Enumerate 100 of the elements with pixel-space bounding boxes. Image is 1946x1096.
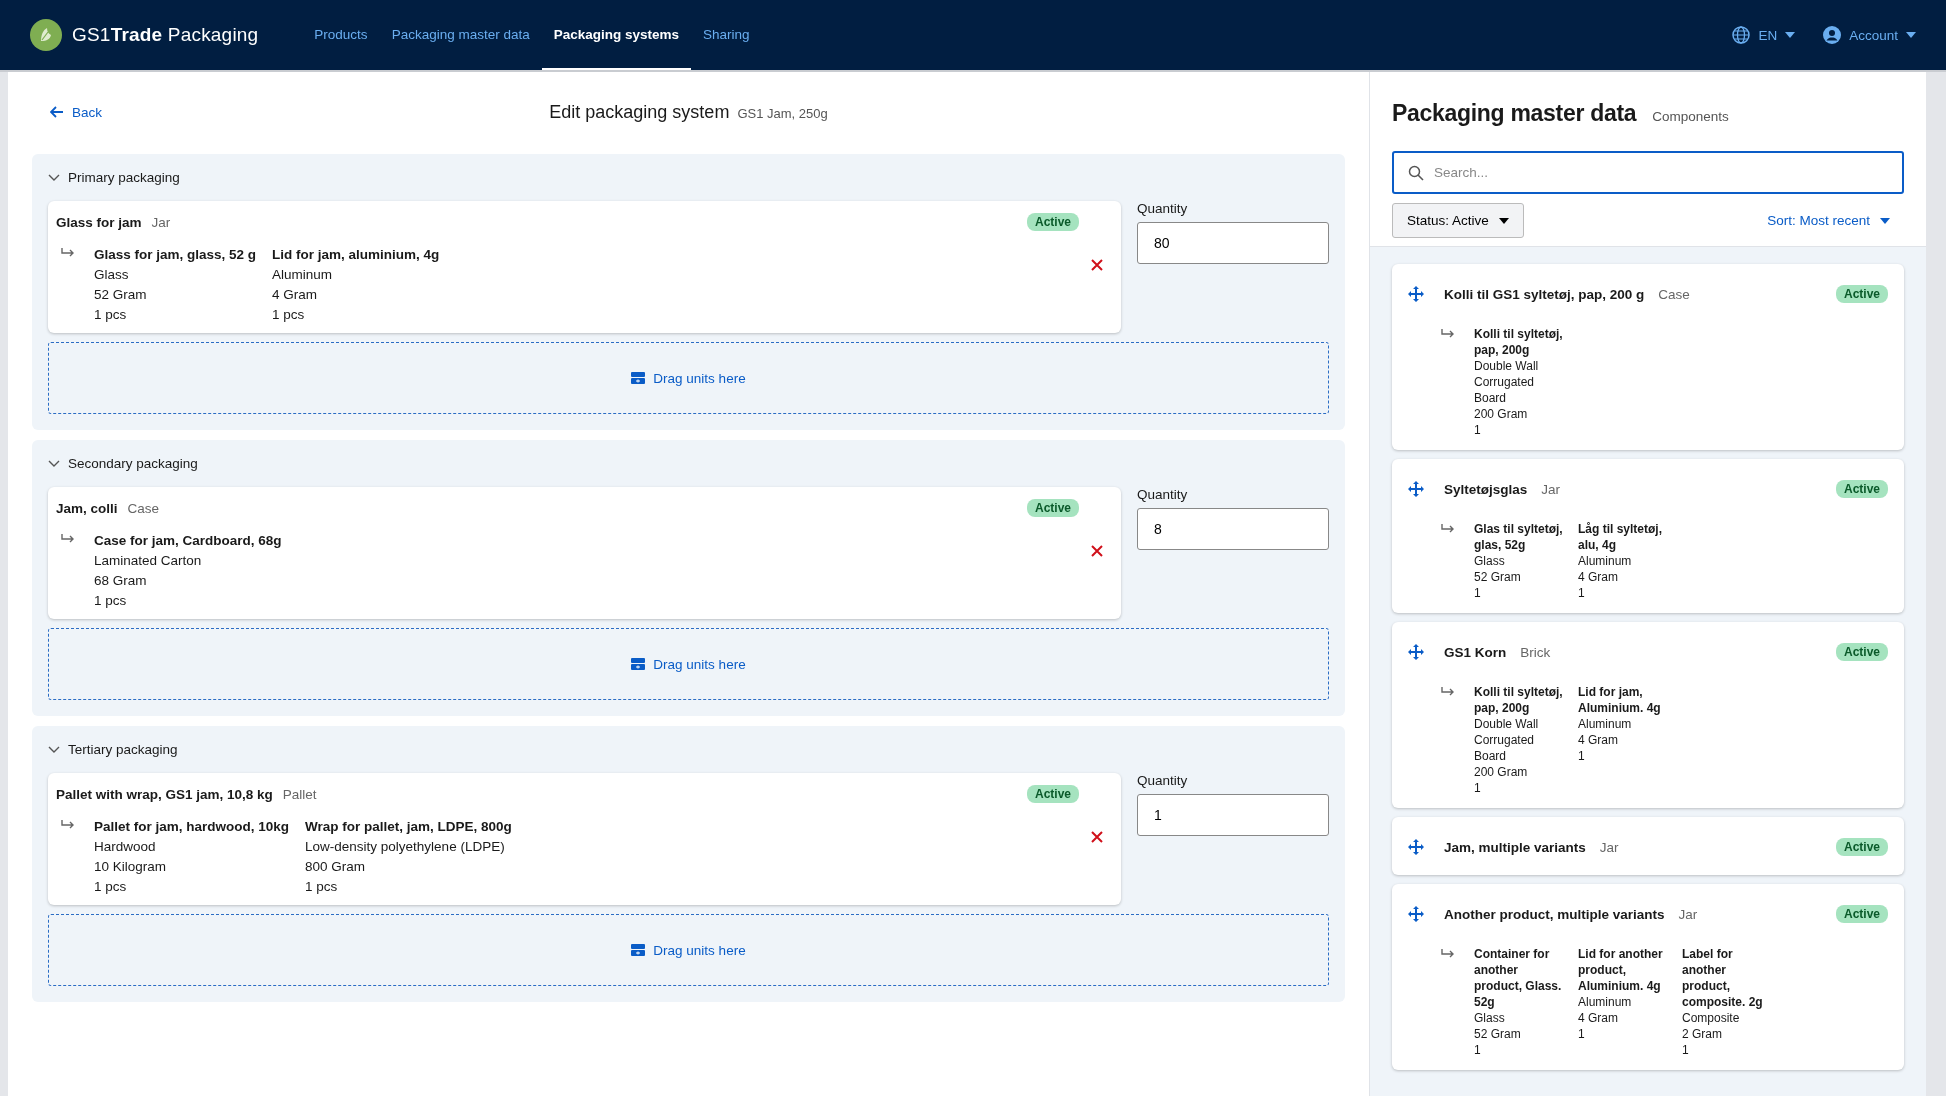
status-filter-dropdown[interactable]: Status: Active: [1392, 203, 1524, 238]
component-card-title: GS1 Korn: [1444, 644, 1507, 660]
remove-icon[interactable]: [1091, 545, 1103, 557]
unit-name: Glass for jam: [56, 214, 142, 230]
component-material: Low-density polyethylene (LDPE): [305, 838, 506, 856]
component-weight: 200 Gram: [1474, 764, 1529, 780]
component-weight: 4 Gram: [1578, 1010, 1619, 1026]
quantity-input[interactable]: 80: [1137, 222, 1329, 264]
component-name: Kolli til syltetøj, pap, 200g: [1474, 684, 1564, 716]
section-toggle[interactable]: Primary packaging: [48, 170, 1329, 185]
return-arrow-icon: [60, 819, 76, 831]
component-card-title: Kolli til GS1 syltetøj, pap, 200 g: [1444, 286, 1645, 302]
language-menu[interactable]: EN: [1732, 26, 1796, 44]
status-badge: Active: [1835, 643, 1888, 661]
move-icon[interactable]: [1408, 906, 1424, 922]
unit-type: Jar: [151, 214, 171, 230]
arrow-left-icon: [50, 106, 64, 118]
search-field[interactable]: Search...: [1392, 151, 1904, 194]
nav-link[interactable]: Packaging systems: [541, 0, 692, 70]
component-count: 1 pcs: [305, 878, 339, 896]
unit-type: Case: [127, 500, 160, 516]
component-name: Case for jam, Cardboard, 68g: [94, 532, 282, 550]
nav-link[interactable]: Products: [302, 0, 380, 70]
sort-dropdown[interactable]: Sort: Most recent: [1767, 213, 1890, 228]
status-badge: Active: [1026, 499, 1079, 517]
move-icon[interactable]: [1408, 644, 1424, 660]
component-name: Label for another product, composite. 2g: [1682, 946, 1764, 1010]
status-badge: Active: [1835, 838, 1888, 856]
brand-name[interactable]: GS1Trade Packaging: [72, 24, 259, 46]
status-badge: Active: [1026, 213, 1079, 231]
account-menu[interactable]: Account: [1823, 26, 1916, 44]
component-weight: 200 Gram: [1474, 406, 1529, 422]
drop-zone[interactable]: Drag units here: [48, 914, 1329, 986]
drop-zone[interactable]: Drag units here: [48, 628, 1329, 700]
remove-icon[interactable]: [1091, 259, 1103, 271]
search-icon: [1408, 164, 1424, 181]
nav-link[interactable]: Sharing: [691, 0, 762, 70]
return-arrow-icon: [1440, 328, 1456, 340]
component-name: Glass for jam, glass, 52 g: [94, 246, 257, 264]
component-card[interactable]: Jam, multiple variants Jar Active: [1392, 817, 1904, 875]
component-name: Låg til syltetøj, alu, 4g: [1578, 521, 1663, 553]
back-link[interactable]: Back: [50, 104, 102, 120]
component-count: 1: [1474, 422, 1482, 438]
component-name: Container for another product, Glass. 52g: [1474, 946, 1563, 1010]
component-card[interactable]: [1392, 884, 1904, 1070]
component-card-type: Jar: [1678, 906, 1698, 922]
component-material: Glass: [94, 266, 130, 284]
component-name: Wrap for pallet, jam, LDPE, 800g: [305, 818, 512, 836]
component-name: Kolli til syltetøj, pap, 200g: [1474, 326, 1564, 358]
component-count: 1 pcs: [272, 306, 306, 324]
component-weight: 2 Gram: [1682, 1026, 1723, 1042]
globe-icon: [1732, 26, 1751, 44]
chevron-icon: [48, 459, 60, 468]
move-icon[interactable]: [1408, 481, 1424, 497]
quantity-label: Quantity: [1137, 487, 1189, 502]
caret-icon: [1498, 217, 1509, 224]
component-material: Aluminum: [1578, 553, 1633, 569]
chevron-icon: [48, 173, 60, 182]
units-icon: [631, 658, 646, 670]
move-icon[interactable]: [1408, 839, 1424, 855]
component-material: Laminated Carton: [94, 552, 203, 570]
component-card-type: Jar: [1541, 481, 1561, 497]
panel-subtitle: Components: [1652, 109, 1729, 124]
component-card-title: Jam, multiple variants: [1444, 839, 1586, 855]
component-weight: 4 Gram: [1578, 732, 1619, 748]
page-title: Edit packaging system: [549, 101, 730, 123]
component-weight: 52 Gram: [1474, 1026, 1522, 1042]
component-material: Composite: [1682, 1010, 1741, 1026]
return-arrow-icon: [1440, 948, 1456, 960]
quantity-input[interactable]: 8: [1137, 508, 1329, 550]
component-card-title: Another product, multiple variants: [1444, 906, 1665, 922]
component-weight: 4 Gram: [272, 286, 319, 304]
component-count: 1: [1578, 748, 1586, 764]
search-input[interactable]: Search...: [1432, 152, 1888, 193]
component-card[interactable]: Kolli til GS1 syltetøj, pap, 200 g Case Active Kolli til syltetøj, pap, 200g Double Wall Corrugated Board 200 Gram 1: [1392, 264, 1904, 450]
component-weight: 52 Gram: [1474, 569, 1522, 585]
component-card-title: Syltetøjsglas: [1444, 481, 1528, 497]
section-toggle[interactable]: Tertiary packaging: [48, 742, 1329, 757]
component-card-type: Jar: [1599, 839, 1619, 855]
remove-icon[interactable]: [1091, 831, 1103, 843]
unit-name: Jam, colli: [56, 500, 118, 516]
component-weight: 4 Gram: [1578, 569, 1619, 585]
status-badge: Active: [1835, 480, 1888, 498]
component-material: Aluminum: [272, 266, 334, 284]
chevron-icon: [48, 745, 60, 754]
drop-zone[interactable]: Drag units here: [48, 342, 1329, 414]
quantity-input[interactable]: 1: [1137, 794, 1329, 836]
component-count: 1: [1474, 585, 1482, 601]
component-count: 1 pcs: [94, 306, 128, 324]
component-card[interactable]: Syltetøjsglas Jar Active Glas til syltetøj, glas, 52g Glass 52 Gram 1 Låg til syltetøj, alu, 4g Aluminum 4 Gram 1: [1392, 459, 1904, 613]
section-toggle[interactable]: Secondary packaging: [48, 456, 1329, 471]
component-weight: 10 Kilogram: [94, 858, 168, 876]
return-arrow-icon: [60, 533, 76, 545]
units-icon: [631, 944, 646, 956]
return-arrow-icon: [1440, 523, 1456, 535]
nav-link[interactable]: Packaging master data: [379, 0, 542, 70]
component-card[interactable]: GS1 Korn Brick Active Kolli til syltetøj, pap, 200g Double Wall Corrugated Board 200 Gram 1 Lid for jam, Aluminium. 4g Aluminum 4 Gram 1: [1392, 622, 1904, 808]
move-icon[interactable]: [1408, 286, 1424, 302]
component-name: Lid for another product, Aluminium. 4g: [1578, 946, 1664, 994]
status-badge: Active: [1835, 285, 1888, 303]
